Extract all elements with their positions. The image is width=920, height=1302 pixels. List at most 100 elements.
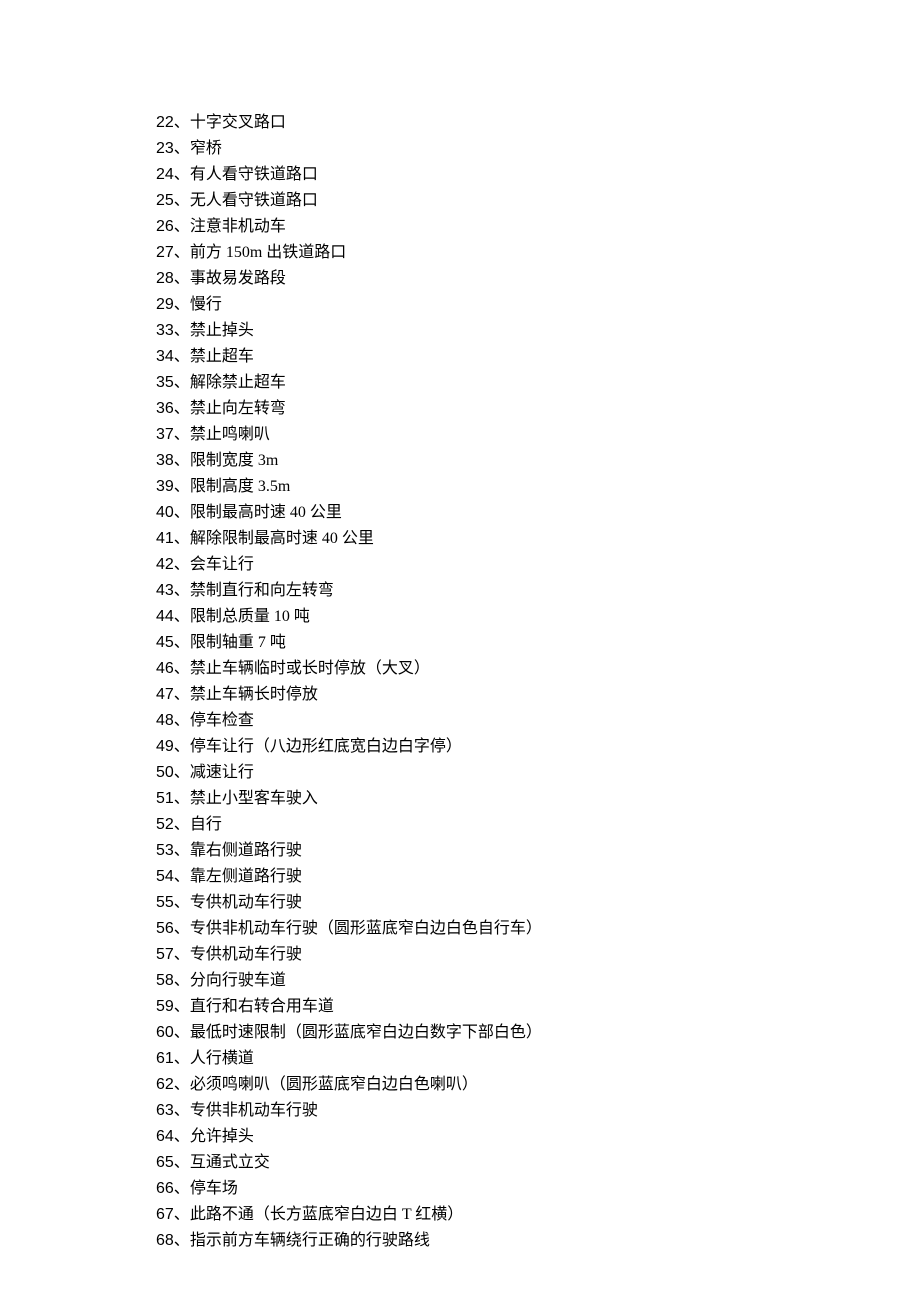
item-number: 36 — [156, 400, 174, 417]
list-item: 27、前方 150m 出铁道路口 — [156, 240, 920, 266]
item-text: 事故易发路段 — [190, 270, 286, 287]
item-text: 停车检查 — [190, 712, 254, 729]
item-separator: 、 — [174, 738, 190, 755]
list-item: 63、专供非机动车行驶 — [156, 1098, 920, 1124]
list-item: 24、有人看守铁道路口 — [156, 162, 920, 188]
item-separator: 、 — [174, 660, 190, 677]
item-number: 61 — [156, 1050, 174, 1067]
item-separator: 、 — [174, 790, 190, 807]
item-text: 直行和右转合用车道 — [190, 998, 334, 1015]
item-separator: 、 — [174, 868, 190, 885]
item-separator: 、 — [174, 218, 190, 235]
item-separator: 、 — [174, 140, 190, 157]
item-text: 分向行驶车道 — [190, 972, 286, 989]
item-text: 靠右侧道路行驶 — [190, 842, 302, 859]
list-container: 22、十字交叉路口23、窄桥24、有人看守铁道路口25、无人看守铁道路口26、注… — [156, 110, 920, 1254]
item-number: 35 — [156, 374, 174, 391]
item-text: 停车让行（八边形红底宽白边白字停） — [190, 738, 462, 755]
item-separator: 、 — [174, 1024, 190, 1041]
list-item: 26、注意非机动车 — [156, 214, 920, 240]
item-number: 65 — [156, 1154, 174, 1171]
list-item: 56、专供非机动车行驶（圆形蓝底窄白边白色自行车） — [156, 916, 920, 942]
item-number: 44 — [156, 608, 174, 625]
list-item: 49、停车让行（八边形红底宽白边白字停） — [156, 734, 920, 760]
item-number: 34 — [156, 348, 174, 365]
item-separator: 、 — [174, 946, 190, 963]
list-item: 29、慢行 — [156, 292, 920, 318]
item-number: 24 — [156, 166, 174, 183]
item-text: 十字交叉路口 — [190, 114, 286, 131]
item-separator: 、 — [174, 1206, 190, 1223]
item-number: 67 — [156, 1206, 174, 1223]
item-separator: 、 — [174, 1128, 190, 1145]
item-text: 停车场 — [190, 1180, 238, 1197]
list-item: 23、窄桥 — [156, 136, 920, 162]
item-separator: 、 — [174, 1154, 190, 1171]
item-text: 限制总质量 10 吨 — [190, 608, 310, 625]
list-item: 44、限制总质量 10 吨 — [156, 604, 920, 630]
item-text: 解除禁止超车 — [190, 374, 286, 391]
item-text: 慢行 — [190, 296, 222, 313]
list-item: 33、禁止掉头 — [156, 318, 920, 344]
item-number: 68 — [156, 1232, 174, 1249]
list-item: 48、停车检查 — [156, 708, 920, 734]
item-separator: 、 — [174, 998, 190, 1015]
item-separator: 、 — [174, 634, 190, 651]
item-number: 56 — [156, 920, 174, 937]
item-separator: 、 — [174, 712, 190, 729]
list-item: 67、此路不通（长方蓝底窄白边白 T 红横） — [156, 1202, 920, 1228]
list-item: 45、限制轴重 7 吨 — [156, 630, 920, 656]
item-number: 38 — [156, 452, 174, 469]
list-item: 37、禁止鸣喇叭 — [156, 422, 920, 448]
item-number: 22 — [156, 114, 174, 131]
item-separator: 、 — [174, 504, 190, 521]
list-item: 57、专供机动车行驶 — [156, 942, 920, 968]
list-item: 55、专供机动车行驶 — [156, 890, 920, 916]
item-text: 减速让行 — [190, 764, 254, 781]
item-separator: 、 — [174, 452, 190, 469]
item-separator: 、 — [174, 920, 190, 937]
list-item: 39、限制高度 3.5m — [156, 474, 920, 500]
item-text: 此路不通（长方蓝底窄白边白 T 红横） — [190, 1206, 464, 1223]
item-text: 注意非机动车 — [190, 218, 286, 235]
item-text: 禁止车辆临时或长时停放（大叉） — [190, 660, 430, 677]
item-text: 有人看守铁道路口 — [190, 166, 318, 183]
item-separator: 、 — [174, 556, 190, 573]
item-separator: 、 — [174, 166, 190, 183]
list-item: 35、解除禁止超车 — [156, 370, 920, 396]
item-text: 禁止小型客车驶入 — [190, 790, 318, 807]
list-item: 43、禁制直行和向左转弯 — [156, 578, 920, 604]
item-number: 60 — [156, 1024, 174, 1041]
list-item: 36、禁止向左转弯 — [156, 396, 920, 422]
item-text: 限制轴重 7 吨 — [190, 634, 286, 651]
item-number: 58 — [156, 972, 174, 989]
item-separator: 、 — [174, 322, 190, 339]
item-number: 54 — [156, 868, 174, 885]
item-separator: 、 — [174, 374, 190, 391]
item-text: 无人看守铁道路口 — [190, 192, 318, 209]
item-text: 专供非机动车行驶（圆形蓝底窄白边白色自行车） — [190, 920, 542, 937]
item-number: 57 — [156, 946, 174, 963]
item-text: 会车让行 — [190, 556, 254, 573]
item-separator: 、 — [174, 1232, 190, 1249]
item-number: 53 — [156, 842, 174, 859]
list-item: 40、限制最高时速 40 公里 — [156, 500, 920, 526]
item-number: 51 — [156, 790, 174, 807]
item-separator: 、 — [174, 114, 190, 131]
item-separator: 、 — [174, 842, 190, 859]
item-separator: 、 — [174, 582, 190, 599]
item-text: 专供机动车行驶 — [190, 946, 302, 963]
list-item: 66、停车场 — [156, 1176, 920, 1202]
item-text: 必须鸣喇叭（圆形蓝底窄白边白色喇叭） — [190, 1076, 478, 1093]
list-item: 51、禁止小型客车驶入 — [156, 786, 920, 812]
item-text: 禁制直行和向左转弯 — [190, 582, 334, 599]
item-separator: 、 — [174, 1050, 190, 1067]
list-item: 50、减速让行 — [156, 760, 920, 786]
list-item: 62、必须鸣喇叭（圆形蓝底窄白边白色喇叭） — [156, 1072, 920, 1098]
item-text: 限制宽度 3m — [190, 452, 278, 469]
item-separator: 、 — [174, 270, 190, 287]
item-text: 禁止向左转弯 — [190, 400, 286, 417]
item-separator: 、 — [174, 296, 190, 313]
item-text: 禁止超车 — [190, 348, 254, 365]
list-item: 47、禁止车辆长时停放 — [156, 682, 920, 708]
